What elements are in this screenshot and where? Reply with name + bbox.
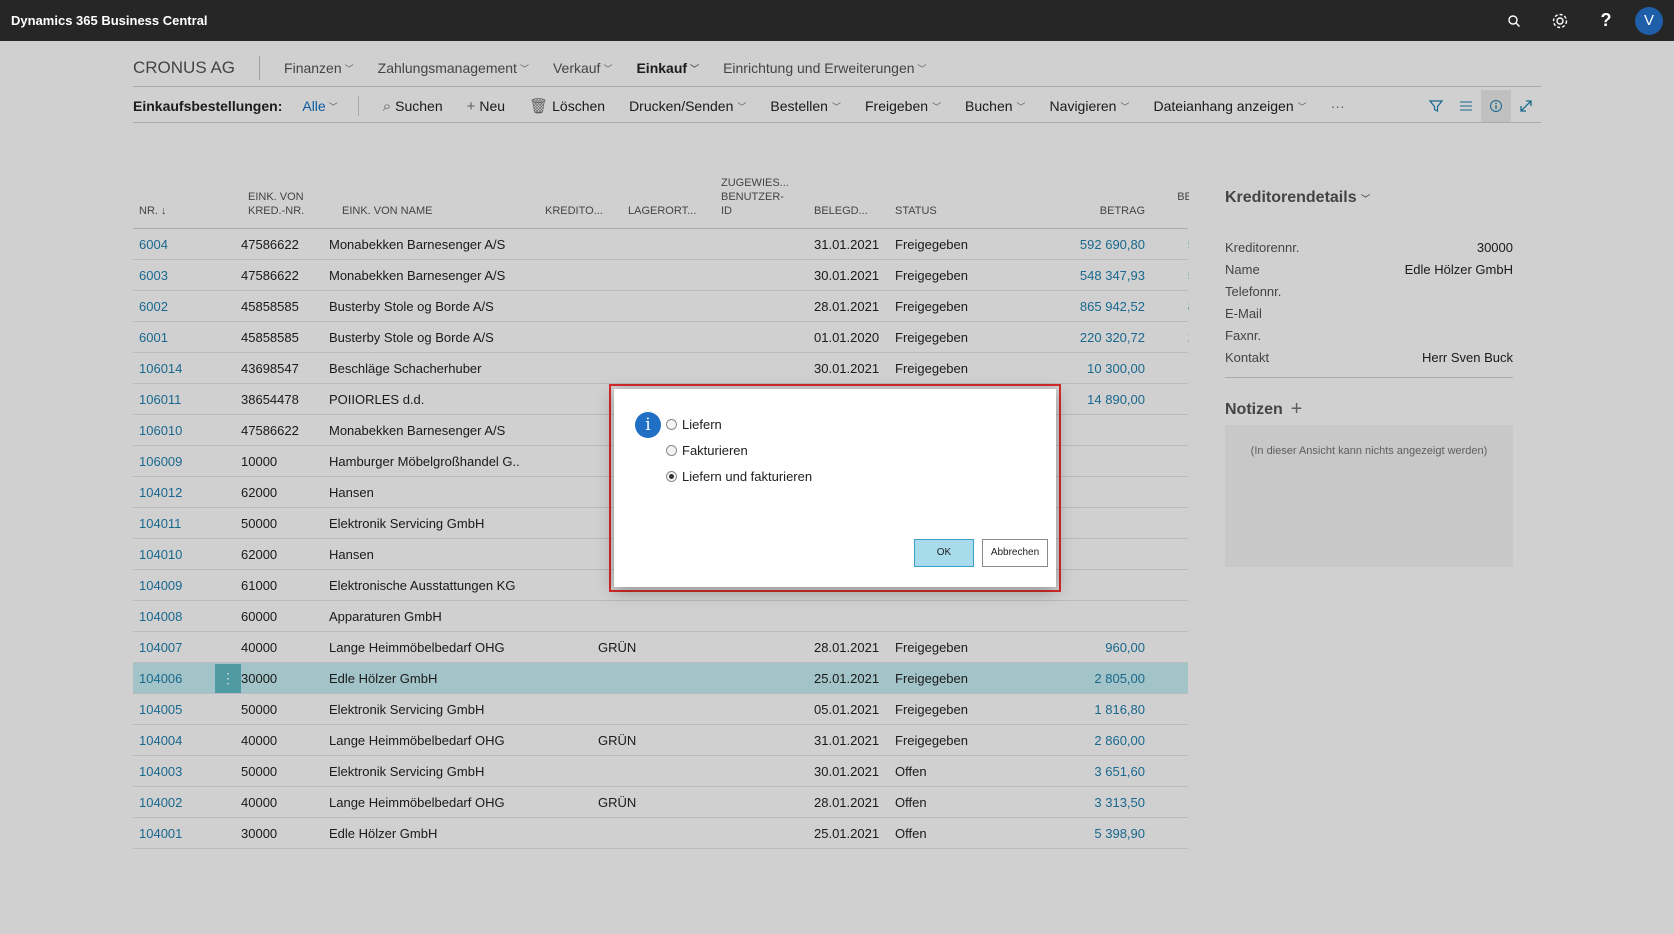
top-icons: ? V — [1491, 0, 1674, 41]
avatar[interactable]: V — [1635, 6, 1663, 35]
gear-icon[interactable] — [1537, 0, 1583, 41]
post-options-dialog: i Liefern Fakturieren Liefern und faktur… — [614, 389, 1056, 587]
option-label: Fakturieren — [682, 442, 748, 458]
radio-button[interactable] — [666, 470, 677, 482]
option-label: Liefern — [682, 416, 722, 432]
app-title[interactable]: Dynamics 365 Business Central — [11, 13, 208, 28]
cancel-button[interactable]: Abbrechen — [982, 539, 1048, 567]
top-bar: Dynamics 365 Business Central ? V — [0, 0, 1674, 41]
info-icon: i — [635, 412, 661, 438]
help-icon[interactable]: ? — [1583, 0, 1629, 41]
option-liefern-und-fakturieren[interactable]: Liefern und fakturieren — [666, 467, 812, 485]
option-liefern[interactable]: Liefern — [666, 415, 722, 433]
ok-button[interactable]: OK — [914, 539, 974, 567]
option-fakturieren[interactable]: Fakturieren — [666, 441, 748, 459]
radio-button[interactable] — [666, 444, 677, 456]
search-icon[interactable] — [1491, 0, 1537, 41]
option-label: Liefern und fakturieren — [682, 468, 813, 484]
radio-button[interactable] — [666, 418, 677, 430]
